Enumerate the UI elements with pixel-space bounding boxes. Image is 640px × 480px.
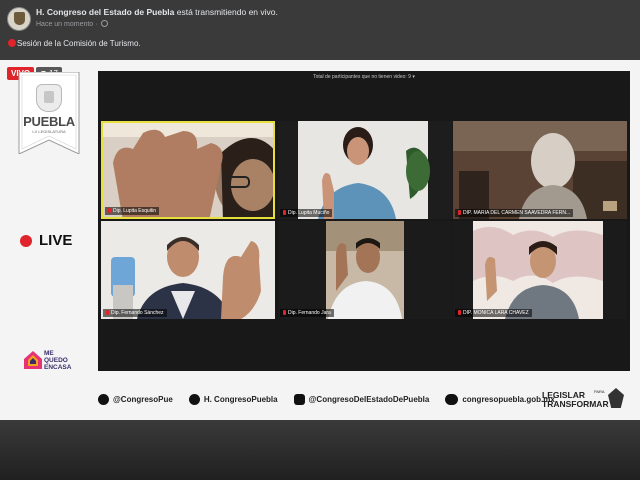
twitter-icon: [98, 393, 109, 405]
facebook-text: H. CongresoPuebla: [203, 394, 278, 404]
zoom-header-text: Total de participantes que no tienen vid…: [313, 74, 411, 80]
brand-para: PARA: [594, 389, 605, 394]
participant-tile-4[interactable]: Dip. Fernando Sánchez: [101, 221, 275, 319]
participant-name-4: Dip. Fernando Sánchez: [103, 309, 167, 317]
participant-name-text: Dip. Lupita Muciño: [288, 210, 330, 216]
mic-muted-icon: [283, 310, 286, 315]
live-dot-icon: [20, 234, 32, 247]
live-video-player[interactable]: VIVO 17 PUEBLA LX LEGISLATURA LIVE ME QU…: [0, 60, 640, 420]
post-header: H. Congreso del Estado de Puebla está tr…: [0, 0, 640, 60]
participant-name-text: DIP. MARIA DEL CARMEN SAAVEDRA FERN...: [463, 210, 571, 216]
page-name-link[interactable]: H. Congreso del Estado de Puebla: [36, 7, 174, 17]
participant-tile-5[interactable]: Dip. Fernando Jara: [278, 221, 452, 319]
logo-name: PUEBLA: [23, 114, 75, 129]
participant-name-5: Dip. Fernando Jara: [280, 309, 334, 317]
facebook-handle: H. CongresoPuebla: [188, 393, 278, 405]
participant-name-text: Dip. Lupita Esquitin: [113, 208, 157, 214]
mic-muted-icon: [106, 310, 109, 315]
participant-name-text: Dip. Fernando Sánchez: [111, 310, 164, 316]
participant-video-1: [103, 123, 273, 217]
live-label: LIVE: [39, 232, 73, 249]
participant-video-2: [278, 121, 452, 219]
post-time[interactable]: Hace un momento: [36, 21, 93, 28]
bottom-area: [0, 420, 640, 480]
mic-muted-icon: [458, 210, 461, 215]
page-avatar[interactable]: [7, 7, 31, 31]
participant-video-6: [453, 221, 627, 319]
instagram-text: @CongresoDelEstadoDePuebla: [308, 394, 430, 404]
mic-muted-icon: [458, 310, 461, 315]
instagram-handle: @CongresoDelEstadoDePuebla: [293, 393, 430, 405]
eagle-icon: [608, 388, 624, 408]
me-quedo-text: ME QUEDO ENCASA: [44, 350, 71, 371]
mic-muted-icon: [108, 208, 111, 213]
participant-tile-3[interactable]: DIP. MARIA DEL CARMEN SAAVEDRA FERN...: [453, 121, 627, 219]
participant-video-5: [278, 221, 452, 319]
participant-tile-6[interactable]: DIP. MONICA LARA CHAVEZ: [453, 221, 627, 319]
me-quedo-en-casa-logo: ME QUEDO ENCASA: [24, 349, 84, 373]
participant-video-4: [101, 221, 275, 319]
post-title: H. Congreso del Estado de Puebla está tr…: [36, 7, 278, 17]
twitter-handle: @CongresoPue: [98, 393, 173, 405]
mic-muted-icon: [283, 210, 286, 215]
participant-name-text: DIP. MONICA LARA CHAVEZ: [463, 310, 529, 316]
web-icon: [445, 393, 459, 405]
puebla-congress-logo: PUEBLA LX LEGISLATURA: [18, 72, 80, 154]
brand-line-2: TRANSFORMAR: [542, 399, 609, 409]
instagram-icon: [293, 393, 305, 405]
social-media-bar: @CongresoPue H. CongresoPuebla @Congreso…: [98, 386, 630, 412]
zoom-participants-no-video[interactable]: Total de participantes que no tienen vid…: [98, 74, 630, 80]
post-description: Sesión de la Comisión de Turismo.: [8, 39, 141, 48]
logo-subtitle: LX LEGISLATURA: [32, 129, 66, 134]
participant-name-1: Dip. Lupita Esquitin: [105, 207, 160, 215]
house-icon: [24, 351, 42, 369]
facebook-icon: [188, 393, 200, 405]
globe-icon: [101, 20, 109, 27]
website-url: congresopuebla.gob.mx: [445, 393, 555, 405]
meq-line-1: ME: [44, 350, 54, 357]
legislar-transformar-logo: LEGISLAR PARA TRANSFORMAR: [542, 386, 624, 412]
post-meta: Hace un momento ·: [36, 20, 109, 28]
participant-name-3: DIP. MARIA DEL CARMEN SAAVEDRA FERN...: [455, 209, 574, 217]
red-circle-icon: [8, 39, 16, 47]
meq-line-3: ENCASA: [44, 364, 72, 371]
live-indicator: LIVE: [20, 232, 72, 249]
website-text: congresopuebla.gob.mx: [462, 394, 555, 404]
post-action-text: está transmitiendo en vivo.: [174, 7, 278, 17]
meta-separator: ·: [93, 21, 100, 28]
meq-line-2: QUEDO: [44, 357, 68, 364]
twitter-text: @CongresoPue: [113, 394, 173, 404]
participant-video-3: [453, 121, 627, 219]
participant-tile-2[interactable]: Dip. Lupita Muciño: [278, 121, 452, 219]
participant-name-2: Dip. Lupita Muciño: [280, 209, 333, 217]
coat-of-arms-icon: [36, 84, 62, 112]
post-description-text: Sesión de la Comisión de Turismo.: [17, 39, 141, 48]
participant-tile-1[interactable]: Dip. Lupita Esquitin: [101, 121, 275, 219]
participant-name-text: Dip. Fernando Jara: [288, 310, 331, 316]
zoom-gallery: Total de participantes que no tienen vid…: [98, 71, 630, 371]
participant-name-6: DIP. MONICA LARA CHAVEZ: [455, 309, 532, 317]
